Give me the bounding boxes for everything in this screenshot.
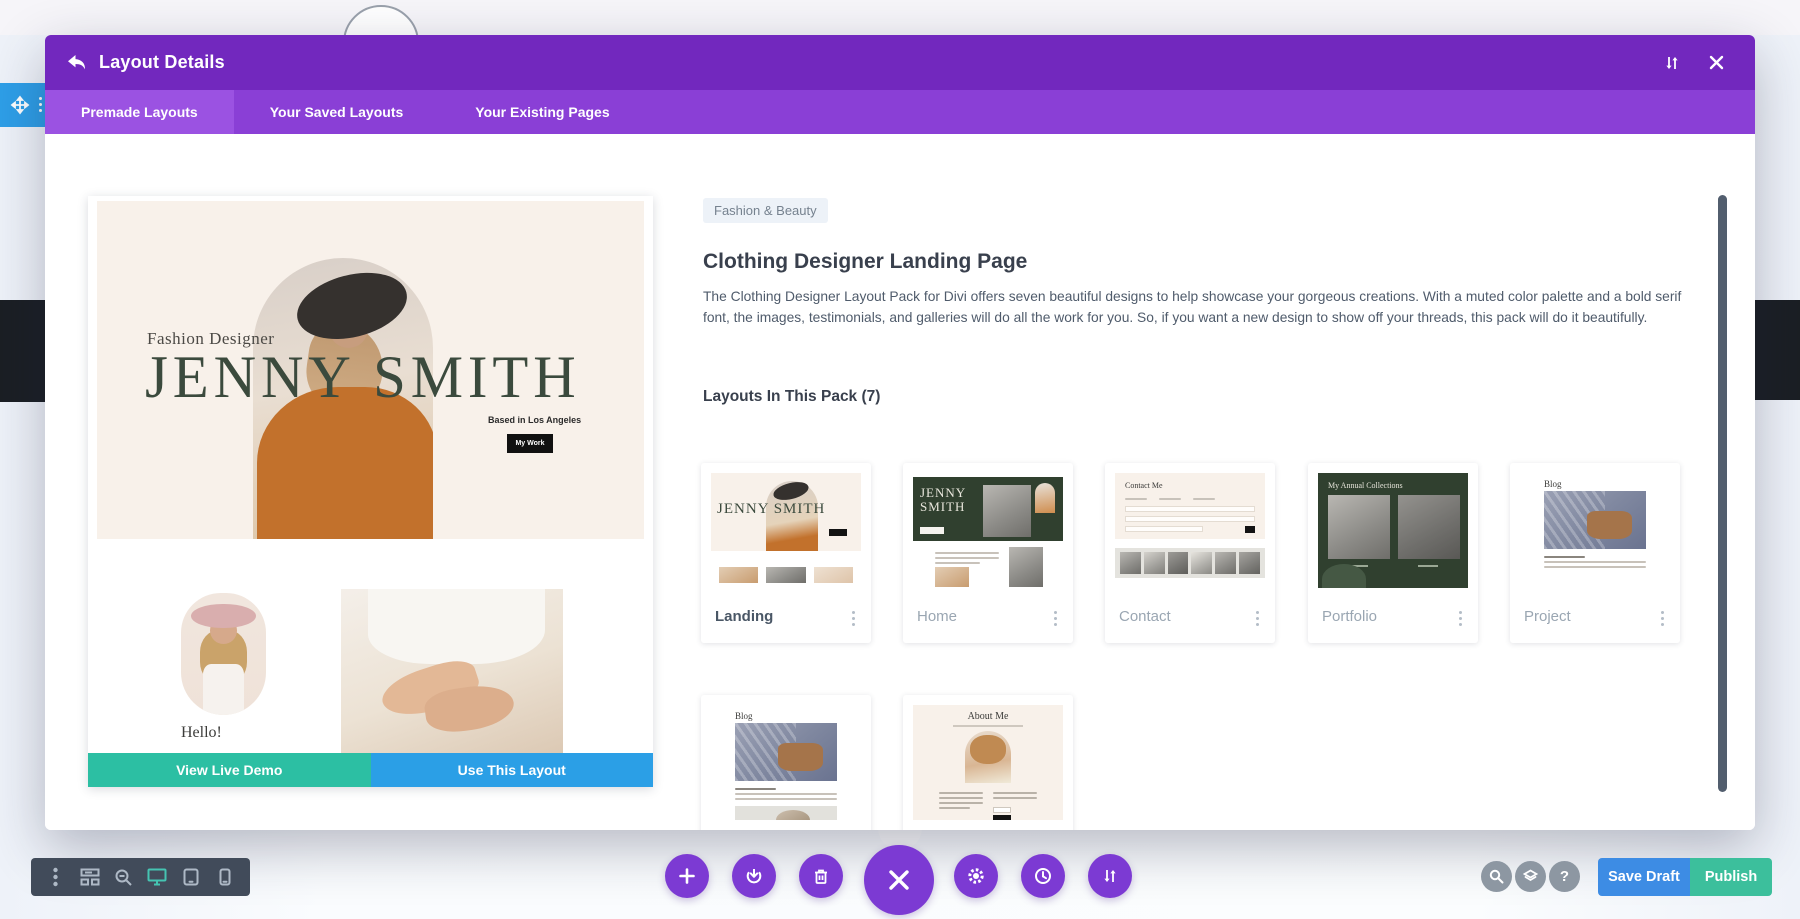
clear-layout-button[interactable] bbox=[799, 854, 843, 898]
modal-title: Layout Details bbox=[99, 52, 225, 73]
tab-your-saved-layouts[interactable]: Your Saved Layouts bbox=[234, 90, 440, 134]
tab-label: Your Saved Layouts bbox=[270, 104, 404, 120]
page-background-strip bbox=[0, 0, 1800, 35]
thumb-heading: Blog bbox=[735, 711, 753, 721]
tab-your-existing-pages[interactable]: Your Existing Pages bbox=[439, 90, 645, 134]
layout-card-contact[interactable]: Contact Me Contact bbox=[1105, 463, 1275, 643]
layout-card-label: Portfolio bbox=[1322, 608, 1377, 625]
builder-options-button[interactable] bbox=[43, 864, 69, 890]
view-live-demo-button[interactable]: View Live Demo bbox=[88, 753, 371, 787]
close-builder-controls-button[interactable] bbox=[864, 845, 934, 915]
thumb-heading: Blog bbox=[1544, 479, 1562, 489]
page-settings-button[interactable] bbox=[954, 854, 998, 898]
back-button[interactable] bbox=[61, 48, 91, 78]
tab-label: Premade Layouts bbox=[81, 104, 198, 120]
search-button[interactable] bbox=[1481, 861, 1512, 892]
preview-designer-name: JENNY SMITH bbox=[145, 343, 617, 412]
layout-card-portfolio[interactable]: My Annual Collections Portfolio bbox=[1308, 463, 1478, 643]
tab-premade-layouts[interactable]: Premade Layouts bbox=[45, 90, 234, 134]
tab-label: Your Existing Pages bbox=[475, 104, 609, 120]
thumb-heading: JENNY SMITH bbox=[920, 486, 980, 514]
card-options-menu[interactable] bbox=[1452, 607, 1468, 629]
help-button[interactable]: ? bbox=[1549, 861, 1580, 892]
portability-button[interactable] bbox=[1088, 854, 1132, 898]
card-options-menu[interactable] bbox=[1654, 607, 1670, 629]
preview-hero-section: Fashion Designer JENNY SMITH Based in Lo… bbox=[97, 201, 644, 539]
page-dark-section-left bbox=[0, 300, 45, 402]
section-settings-icon bbox=[39, 97, 43, 112]
modal-scrollbar[interactable] bbox=[1718, 195, 1727, 792]
thumb-heading: JENNY SMITH bbox=[717, 501, 861, 518]
move-icon bbox=[10, 95, 30, 115]
modal-tab-bar: Premade Layouts Your Saved Layouts Your … bbox=[45, 90, 1755, 134]
layout-thumbnail: About Me bbox=[913, 705, 1063, 820]
wireframe-view-button[interactable] bbox=[77, 864, 103, 890]
modal-header: Layout Details bbox=[45, 35, 1755, 90]
sort-layouts-button[interactable] bbox=[1657, 48, 1687, 78]
phone-view-button[interactable] bbox=[212, 864, 238, 890]
preview-portrait-photo bbox=[181, 593, 266, 715]
page-dark-section-right bbox=[1755, 300, 1800, 400]
preview-greeting-text: Hello! bbox=[181, 724, 222, 742]
layout-card-landing[interactable]: JENNY SMITH Landing bbox=[701, 463, 871, 643]
thumb-heading: Contact Me bbox=[1125, 481, 1255, 490]
layout-pack-description: The Clothing Designer Layout Pack for Di… bbox=[703, 286, 1695, 328]
section-move-handle[interactable] bbox=[0, 83, 45, 127]
tablet-view-button[interactable] bbox=[178, 864, 204, 890]
responsive-view-toolbar bbox=[31, 858, 250, 896]
close-modal-button[interactable] bbox=[1701, 48, 1731, 78]
layout-thumbnail: Blog bbox=[711, 705, 861, 820]
help-label: ? bbox=[1560, 868, 1569, 885]
preview-location-text: Based in Los Angeles bbox=[488, 415, 581, 425]
card-options-menu[interactable] bbox=[845, 607, 861, 629]
desktop-view-button[interactable] bbox=[144, 864, 170, 890]
preview-my-work-button: My Work bbox=[507, 434, 553, 453]
layout-card-label: Landing bbox=[715, 608, 773, 625]
publish-button[interactable]: Publish bbox=[1690, 858, 1772, 896]
layout-thumbnail: JENNY SMITH bbox=[711, 473, 861, 588]
layout-card-label: Contact bbox=[1119, 608, 1171, 625]
thumb-heading: My Annual Collections bbox=[1328, 481, 1403, 490]
layouts-in-pack-heading: Layouts In This Pack (7) bbox=[703, 388, 880, 406]
thumb-heading: About Me bbox=[913, 711, 1063, 722]
layout-details-modal: Layout Details Premade Layouts Your Save… bbox=[45, 35, 1755, 830]
use-this-layout-button[interactable]: Use This Layout bbox=[371, 753, 654, 787]
layout-card-about[interactable]: About Me bbox=[903, 695, 1073, 830]
layout-thumbnail: Contact Me bbox=[1115, 473, 1265, 588]
layout-card-home[interactable]: JENNY SMITH Home bbox=[903, 463, 1073, 643]
card-options-menu[interactable] bbox=[1047, 607, 1063, 629]
layout-card-label: Project bbox=[1524, 608, 1571, 625]
save-to-library-button[interactable] bbox=[732, 854, 776, 898]
layout-pack-title: Clothing Designer Landing Page bbox=[703, 250, 1027, 274]
category-badge[interactable]: Fashion & Beauty bbox=[703, 198, 828, 223]
editing-history-button[interactable] bbox=[1021, 854, 1065, 898]
layers-button[interactable] bbox=[1515, 861, 1546, 892]
card-options-menu[interactable] bbox=[1249, 607, 1265, 629]
modal-body: Fashion Designer JENNY SMITH Based in Lo… bbox=[45, 134, 1755, 830]
add-section-button[interactable] bbox=[665, 854, 709, 898]
zoom-out-view-button[interactable] bbox=[111, 864, 137, 890]
layout-preview-panel: Fashion Designer JENNY SMITH Based in Lo… bbox=[88, 196, 653, 787]
layout-thumbnail: Blog bbox=[1520, 473, 1670, 588]
save-draft-button[interactable]: Save Draft bbox=[1598, 858, 1690, 896]
layout-card-project[interactable]: Blog Project bbox=[1510, 463, 1680, 643]
layout-card-blog[interactable]: Blog bbox=[701, 695, 871, 830]
layout-thumbnail: JENNY SMITH bbox=[913, 473, 1063, 588]
preview-hands-photo bbox=[341, 589, 563, 753]
layout-card-label: Home bbox=[917, 608, 957, 625]
layout-thumbnail: My Annual Collections bbox=[1318, 473, 1468, 588]
